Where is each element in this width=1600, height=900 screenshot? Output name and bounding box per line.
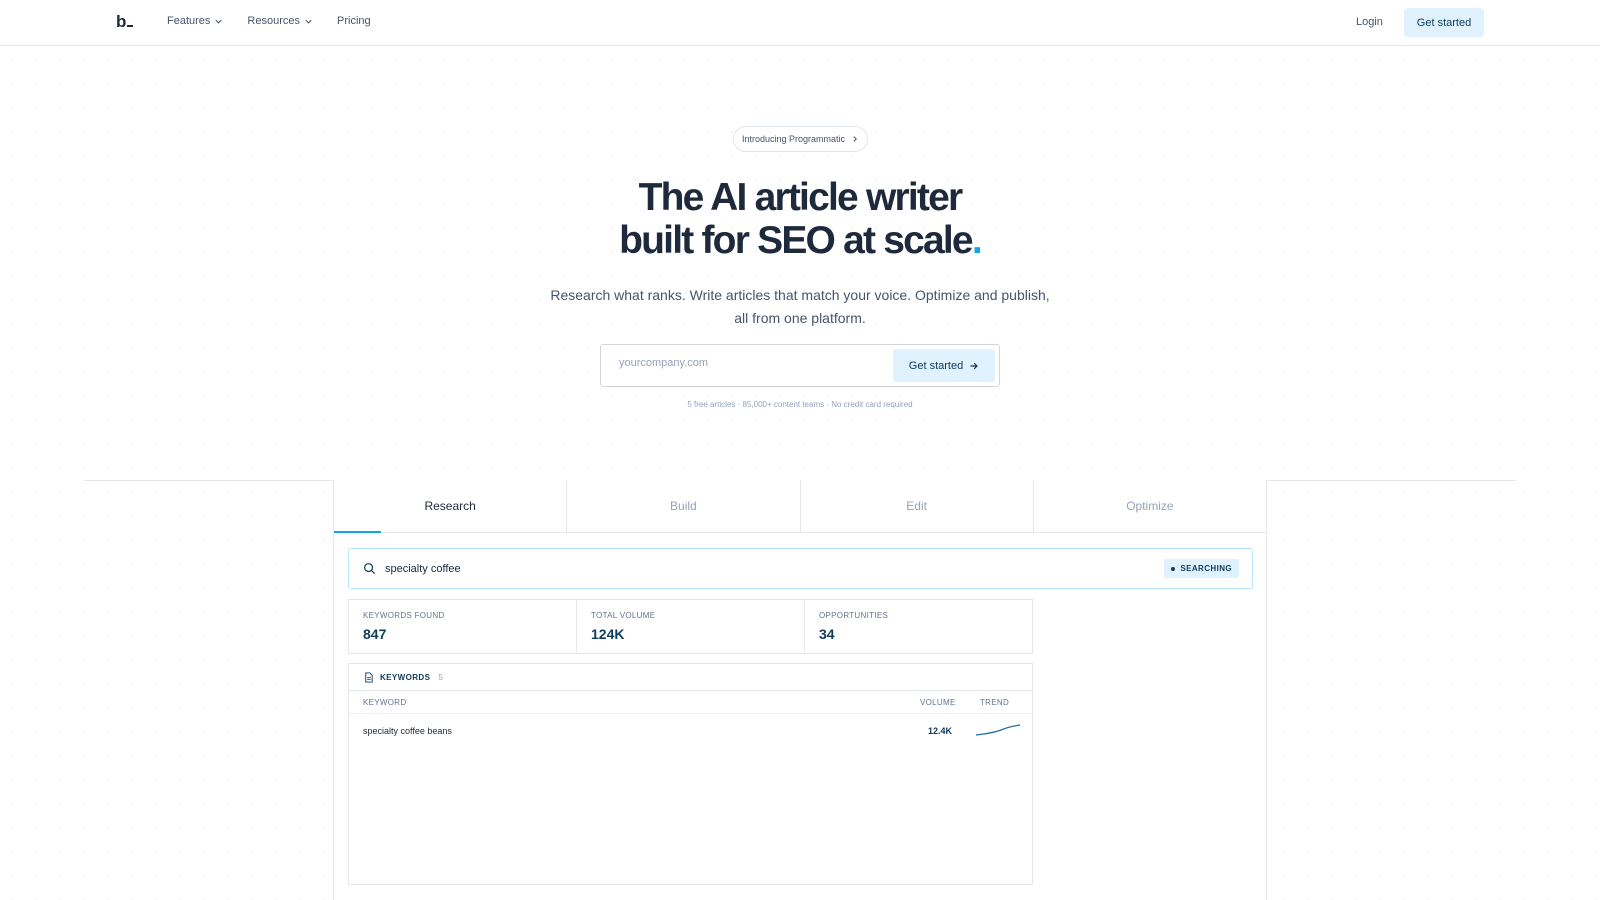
hero-button-label: Get started	[908, 359, 964, 372]
stat-opportunities: OPPORTUNITIES 34	[819, 611, 889, 642]
col-trend: TREND	[980, 698, 1010, 707]
hero-title: The AI article writer built for SEO at s…	[619, 176, 983, 262]
nav-get-started-button[interactable]: Get started	[1404, 8, 1484, 37]
status-dot	[1171, 566, 1176, 571]
announcement-text: Introducing Programmatic	[741, 134, 846, 144]
top-navbar: b Features Resources Pricing Login Get s…	[0, 0, 1600, 46]
login-link[interactable]: Login	[1356, 16, 1383, 28]
announcement-badge[interactable]: Introducing Programmatic	[733, 126, 868, 152]
table-row[interactable]: specialty coffee beans 12.4K	[349, 714, 1032, 749]
hero-subtitle: Research what ranks. Write articles that…	[550, 287, 1050, 326]
status-text: SEARCHING	[1180, 564, 1232, 573]
chevron-down-icon	[215, 19, 223, 24]
col-keyword: KEYWORD	[363, 698, 407, 707]
search-icon	[364, 563, 376, 575]
demo-tabs: Research Build Edit Optimize	[334, 480, 1266, 533]
logo[interactable]: b	[116, 12, 134, 32]
volume-cell: 12.4K	[928, 726, 953, 736]
nav-pricing-label: Pricing	[337, 15, 371, 27]
keyword-search-bar[interactable]: specialty coffee SEARCHING	[348, 548, 1253, 589]
hero-get-started-button[interactable]: Get started	[893, 349, 995, 382]
keywords-column-headers: KEYWORD VOLUME TREND	[349, 691, 1032, 714]
product-demo-panel: Research Build Edit Optimize specialty c…	[333, 480, 1267, 900]
domain-input[interactable]	[619, 357, 879, 369]
tab-edit[interactable]: Edit	[801, 480, 1034, 532]
stats-row: KEYWORDS FOUND 847 TOTAL VOLUME 124K OPP…	[348, 599, 1033, 654]
tab-research[interactable]: Research	[334, 480, 568, 533]
nav-features[interactable]: Features	[167, 15, 223, 27]
tab-build[interactable]: Build	[567, 480, 801, 532]
chevron-right-icon	[853, 136, 857, 142]
col-volume: VOLUME	[920, 698, 956, 707]
nav-resources-label: Resources	[247, 15, 300, 27]
stat-total-volume: TOTAL VOLUME 124K	[577, 600, 805, 653]
nav-pricing[interactable]: Pricing	[337, 15, 371, 27]
keywords-table: KEYWORDS 5 KEYWORD VOLUME TREND specialt…	[348, 663, 1033, 885]
signup-form: Get started	[600, 344, 1000, 387]
stat-keywords-found: KEYWORDS FOUND 847	[349, 600, 577, 653]
status-badge: SEARCHING	[1164, 559, 1239, 578]
nav-resources[interactable]: Resources	[247, 15, 313, 27]
keywords-count: 5	[438, 672, 443, 682]
nav-links: Features Resources Pricing	[167, 15, 371, 27]
arrow-right-icon	[970, 362, 979, 369]
chevron-down-icon	[305, 19, 312, 24]
hero-footnote: 5 free articles · 85,000+ content teams …	[687, 400, 913, 409]
keyword-cell: specialty coffee beans	[363, 726, 452, 736]
title-accent-dot: .	[971, 219, 983, 262]
document-icon	[365, 671, 373, 683]
nav-features-label: Features	[167, 15, 211, 27]
tab-optimize[interactable]: Optimize	[1034, 480, 1266, 532]
keywords-title: KEYWORDS	[380, 672, 431, 682]
keywords-header: KEYWORDS 5	[349, 664, 1032, 691]
trend-sparkline-icon	[975, 724, 1021, 736]
search-query: specialty coffee	[385, 562, 461, 575]
